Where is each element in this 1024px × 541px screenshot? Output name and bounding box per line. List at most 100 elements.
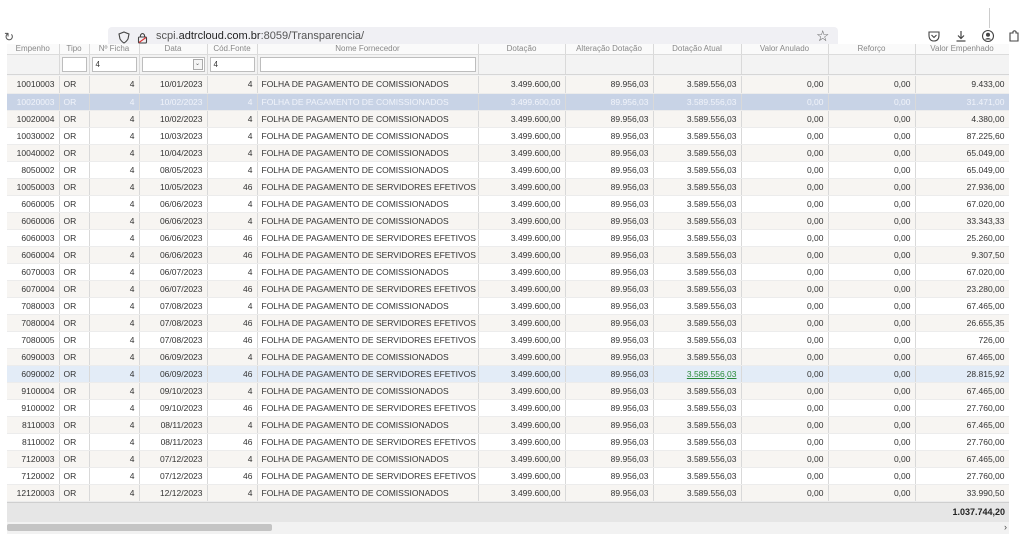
star-icon[interactable]: ☆: [816, 27, 829, 45]
horizontal-scrollbar[interactable]: ›: [7, 522, 1009, 534]
cell-reforco: 0,00: [828, 331, 916, 349]
col-header-alteracao[interactable]: Alteração Dotação: [565, 44, 654, 55]
col-header-data[interactable]: Data: [139, 44, 208, 55]
table-row[interactable]: 7080005 OR 4 07/08/2023 46 FOLHA DE PAGAMENTO…: [7, 331, 1009, 349]
dotacao-atual-link[interactable]: 3.589.556,03: [687, 369, 737, 379]
table-row[interactable]: 12120003 OR 4 12/12/2023 4 FOLHA DE PAGAMENTO…: [7, 484, 1009, 502]
cell-ficha: 4: [89, 263, 140, 281]
table-row[interactable]: 10030002 OR 4 10/03/2023 4 FOLHA DE PAGAMENTO…: [7, 127, 1009, 145]
filter-ficha-input[interactable]: 4: [91, 56, 137, 72]
scrollbar-thumb[interactable]: [7, 524, 272, 531]
col-header-dotacao-atual[interactable]: Dotação Atual: [653, 44, 742, 55]
col-header-empenhado[interactable]: Valor Empenhado: [915, 44, 1009, 55]
cell-fonte: 4: [207, 297, 258, 315]
table-row[interactable]: 6070004 OR 4 06/07/2023 46 FOLHA DE PAGAMENTO…: [7, 280, 1009, 298]
col-header-dotacao[interactable]: Dotação: [478, 44, 566, 55]
cell-data: 06/06/2023: [139, 246, 208, 264]
cell-dotacao-atual: 3.589.556,03: [653, 76, 742, 94]
col-header-fornecedor[interactable]: Nome Fornecedor: [257, 44, 479, 55]
cell-tipo: OR: [59, 365, 90, 383]
download-icon[interactable]: [954, 29, 968, 43]
table-row[interactable]: 6090003 OR 4 06/09/2023 4 FOLHA DE PAGAMENTO …: [7, 348, 1009, 366]
cell-empenho: 6090002: [7, 365, 60, 383]
col-header-tipo[interactable]: Tipo: [59, 44, 90, 55]
table-row[interactable]: 7080004 OR 4 07/08/2023 46 FOLHA DE PAGAMENTO…: [7, 314, 1009, 332]
table-row[interactable]: 6070003 OR 4 06/07/2023 4 FOLHA DE PAGAMENTO …: [7, 263, 1009, 281]
cell-fonte: 46: [207, 331, 258, 349]
table-row[interactable]: 7120002 OR 4 07/12/2023 46 FOLHA DE PAGAMENTO…: [7, 467, 1009, 485]
table-row[interactable]: 9100004 OR 4 09/10/2023 4 FOLHA DE PAGAMENTO …: [7, 382, 1009, 400]
filter-cell: [565, 54, 654, 75]
cell-empenhado: 23.280,00: [915, 280, 1009, 298]
cell-empenhado: 67.465,00: [915, 416, 1009, 434]
lock-icon[interactable]: [137, 31, 148, 44]
cell-tipo: OR: [59, 416, 90, 434]
table-row[interactable]: 10010003 OR 4 10/01/2023 4 FOLHA DE PAGAMENTO…: [7, 76, 1009, 94]
table-row[interactable]: 8110002 OR 4 08/11/2023 46 FOLHA DE PAGAMENTO…: [7, 433, 1009, 451]
table-row[interactable]: 6060004 OR 4 06/06/2023 46 FOLHA DE PAGAMENTO…: [7, 246, 1009, 264]
cell-empenho: 10030002: [7, 127, 60, 145]
col-header-empenho[interactable]: Empenho: [7, 44, 60, 55]
col-header-anulado[interactable]: Valor Anulado: [741, 44, 829, 55]
cell-fornecedor: FOLHA DE PAGAMENTO DE COMISSIONADOS: [257, 144, 479, 162]
cell-empenhado: 67.020,00: [915, 263, 1009, 281]
cell-alteracao: 89.956,03: [565, 365, 654, 383]
table-row[interactable]: 10050003 OR 4 10/05/2023 46 FOLHA DE PAGAMENT…: [7, 178, 1009, 196]
cell-fonte: 4: [207, 263, 258, 281]
filter-data-input[interactable]: ⌄: [141, 56, 205, 72]
filter-cell: [257, 54, 479, 75]
cell-ficha: 4: [89, 110, 140, 128]
table-row[interactable]: 10040002 OR 4 10/04/2023 4 FOLHA DE PAGAMENTO…: [7, 144, 1009, 162]
table-row[interactable]: 8050002 OR 4 08/05/2023 4 FOLHA DE PAGAMENTO …: [7, 161, 1009, 179]
cell-ficha: 4: [89, 76, 140, 94]
cell-data: 06/07/2023: [139, 280, 208, 298]
cell-tipo: OR: [59, 212, 90, 230]
cell-reforco: 0,00: [828, 229, 916, 247]
cell-dotacao-atual: 3.589.556,03: [653, 314, 742, 332]
cell-alteracao: 89.956,03: [565, 195, 654, 213]
account-icon[interactable]: [981, 29, 995, 43]
col-header-reforco[interactable]: Reforço: [828, 44, 916, 55]
cell-reforco: 0,00: [828, 280, 916, 298]
filter-fornecedor-input[interactable]: [259, 56, 476, 72]
table-row[interactable]: 8110003 OR 4 08/11/2023 4 FOLHA DE PAGAMENTO …: [7, 416, 1009, 434]
scroll-right-icon[interactable]: ›: [1004, 522, 1007, 532]
table-row[interactable]: 10020004 OR 4 10/02/2023 4 FOLHA DE PAGAMENTO…: [7, 110, 1009, 128]
cell-fonte: 46: [207, 229, 258, 247]
table-row[interactable]: 6060005 OR 4 06/06/2023 4 FOLHA DE PAGAMENTO …: [7, 195, 1009, 213]
col-header-fonte[interactable]: Cód.Fonte: [207, 44, 258, 55]
extensions-icon[interactable]: [1007, 29, 1021, 43]
pocket-icon[interactable]: [927, 29, 941, 43]
table-row[interactable]: 9100002 OR 4 09/10/2023 46 FOLHA DE PAGAMENTO…: [7, 399, 1009, 417]
cell-ficha: 4: [89, 161, 140, 179]
filter-cell: ⌄: [139, 54, 208, 75]
table-row[interactable]: 6060003 OR 4 06/06/2023 46 FOLHA DE PAGAMENTO…: [7, 229, 1009, 247]
cell-fonte: 4: [207, 76, 258, 94]
table-row[interactable]: 6060006 OR 4 06/06/2023 4 FOLHA DE PAGAMENTO …: [7, 212, 1009, 230]
cell-alteracao: 89.956,03: [565, 450, 654, 468]
cell-fornecedor: FOLHA DE PAGAMENTO DE SERVIDORES EFETIVO…: [257, 178, 479, 196]
cell-tipo: OR: [59, 76, 90, 94]
col-header-ficha[interactable]: Nº Ficha: [89, 44, 140, 55]
table-row[interactable]: 7120003 OR 4 07/12/2023 4 FOLHA DE PAGAMENTO …: [7, 450, 1009, 468]
cell-alteracao: 89.956,03: [565, 110, 654, 128]
filter-cell: [59, 54, 90, 75]
table-row[interactable]: 6090002 OR 4 06/09/2023 46 FOLHA DE PAGAMENTO…: [7, 365, 1009, 383]
cell-tipo: OR: [59, 246, 90, 264]
cell-reforco: 0,00: [828, 416, 916, 434]
cell-alteracao: 89.956,03: [565, 246, 654, 264]
cell-empenhado: 27.760,00: [915, 467, 1009, 485]
filter-tipo-input[interactable]: [61, 56, 87, 72]
cell-tipo: OR: [59, 314, 90, 332]
reload-icon[interactable]: ↻: [4, 30, 14, 44]
cell-reforco: 0,00: [828, 110, 916, 128]
shield-icon[interactable]: [118, 31, 130, 44]
chevron-down-icon[interactable]: ⌄: [192, 58, 203, 70]
table-row[interactable]: 7080003 OR 4 07/08/2023 4 FOLHA DE PAGAMENTO …: [7, 297, 1009, 315]
filter-cell: [478, 54, 566, 75]
cell-empenho: 6070004: [7, 280, 60, 298]
url-text[interactable]: scpi.adtrcloud.com.br:8059/Transparencia…: [156, 30, 364, 42]
table-row[interactable]: 10020003 OR 4 10/02/2023 4 FOLHA DE PAGAMENTO…: [7, 93, 1009, 111]
filter-fonte-input[interactable]: 4: [209, 56, 255, 72]
cell-empenhado: 65.049,00: [915, 144, 1009, 162]
